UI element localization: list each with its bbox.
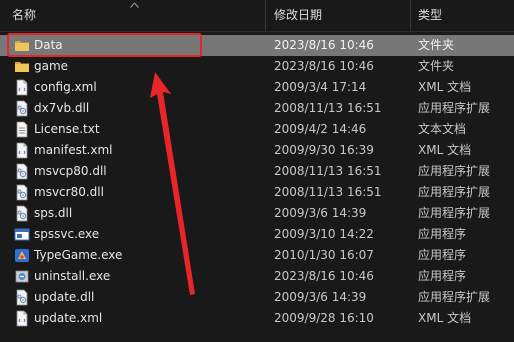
file-name: config.xml: [34, 80, 97, 94]
typegame-app-icon: [14, 247, 30, 264]
file-type: 应用程序扩展: [418, 290, 491, 304]
modified-date: 2009/3/10 14:22: [274, 227, 374, 241]
file-name: game: [34, 59, 69, 73]
file-row[interactable]: game 2023/8/16 10:46 文件夹: [0, 56, 514, 77]
modified-date: 2023/8/16 10:46: [274, 38, 374, 52]
modified-date: 2009/3/6 14:39: [274, 290, 367, 304]
file-type: 应用程序扩展: [418, 164, 491, 178]
file-name: sps.dll: [34, 206, 73, 220]
dll-file-icon: [14, 289, 30, 306]
modified-date: 2009/3/6 14:39: [274, 206, 367, 220]
file-row[interactable]: update.xml 2009/9/28 16:10 XML 文档: [0, 308, 514, 329]
sort-ascending-icon: [130, 2, 139, 8]
file-name: msvcr80.dll: [34, 185, 104, 199]
column-header-name[interactable]: 名称: [12, 0, 36, 31]
file-type: 应用程序扩展: [418, 206, 491, 220]
dll-file-icon: [14, 163, 30, 180]
file-name: TypeGame.exe: [34, 248, 123, 262]
file-name: msvcp80.dll: [34, 164, 107, 178]
column-divider[interactable]: [265, 0, 266, 31]
file-type: XML 文档: [418, 143, 472, 157]
modified-date: 2010/1/30 16:07: [274, 248, 374, 262]
modified-date: 2009/4/2 14:46: [274, 122, 367, 136]
file-row[interactable]: License.txt 2009/4/2 14:46 文本文档: [0, 119, 514, 140]
file-row[interactable]: spssvc.exe 2009/3/10 14:22 应用程序: [0, 224, 514, 245]
file-type: 文件夹: [418, 59, 455, 73]
xml-file-icon: [14, 142, 30, 159]
file-row[interactable]: msvcr80.dll 2008/11/13 16:51 应用程序扩展: [0, 182, 514, 203]
file-name: Data: [34, 38, 63, 52]
file-name: update.xml: [34, 311, 103, 325]
file-type: 应用程序扩展: [418, 101, 491, 115]
file-name: License.txt: [34, 122, 100, 136]
text-file-icon: [14, 121, 30, 138]
column-header-bar: 名称 修改日期 类型: [0, 0, 514, 32]
annotation-arrow: [150, 72, 195, 295]
folder-icon: [14, 37, 30, 54]
file-type: XML 文档: [418, 311, 472, 325]
modified-date: 2023/8/16 10:46: [274, 269, 374, 283]
file-name: spssvc.exe: [34, 227, 100, 241]
file-type: 文件夹: [418, 38, 455, 52]
xml-file-icon: [14, 310, 30, 327]
file-name: update.dll: [34, 290, 95, 304]
file-row[interactable]: Data 2023/8/16 10:46 文件夹: [0, 35, 514, 56]
dll-file-icon: [14, 184, 30, 201]
dll-file-icon: [14, 100, 30, 117]
modified-date: 2009/9/28 16:10: [274, 311, 374, 325]
modified-date: 2023/8/16 10:46: [274, 59, 374, 73]
file-row[interactable]: manifest.xml 2009/9/30 16:39 XML 文档: [0, 140, 514, 161]
uninstall-app-icon: [14, 268, 30, 285]
file-row[interactable]: TypeGame.exe 2010/1/30 16:07 应用程序: [0, 245, 514, 266]
file-type: XML 文档: [418, 80, 472, 94]
file-row[interactable]: sps.dll 2009/3/6 14:39 应用程序扩展: [0, 203, 514, 224]
file-row[interactable]: uninstall.exe 2023/8/16 10:46 应用程序: [0, 266, 514, 287]
file-type: 文本文档: [418, 122, 467, 136]
modified-date: 2008/11/13 16:51: [274, 185, 382, 199]
modified-date: 2008/11/13 16:51: [274, 101, 382, 115]
modified-date: 2009/9/30 16:39: [274, 143, 374, 157]
column-divider[interactable]: [410, 0, 411, 31]
file-type: 应用程序: [418, 269, 467, 283]
modified-date: 2009/3/4 17:14: [274, 80, 367, 94]
file-type: 应用程序扩展: [418, 185, 491, 199]
file-type: 应用程序: [418, 248, 467, 262]
file-row[interactable]: update.dll 2009/3/6 14:39 应用程序扩展: [0, 287, 514, 308]
file-row[interactable]: msvcp80.dll 2008/11/13 16:51 应用程序扩展: [0, 161, 514, 182]
file-name: manifest.xml: [34, 143, 113, 157]
column-header-type[interactable]: 类型: [418, 0, 442, 31]
exe-file-icon: [14, 226, 30, 243]
file-type: 应用程序: [418, 227, 467, 241]
file-row[interactable]: dx7vb.dll 2008/11/13 16:51 应用程序扩展: [0, 98, 514, 119]
dll-file-icon: [14, 205, 30, 222]
file-name: dx7vb.dll: [34, 101, 90, 115]
xml-file-icon: [14, 79, 30, 96]
folder-icon: [14, 58, 30, 75]
modified-date: 2008/11/13 16:51: [274, 164, 382, 178]
file-name: uninstall.exe: [34, 269, 111, 283]
column-header-date[interactable]: 修改日期: [274, 0, 322, 31]
file-row[interactable]: config.xml 2009/3/4 17:14 XML 文档: [0, 77, 514, 98]
